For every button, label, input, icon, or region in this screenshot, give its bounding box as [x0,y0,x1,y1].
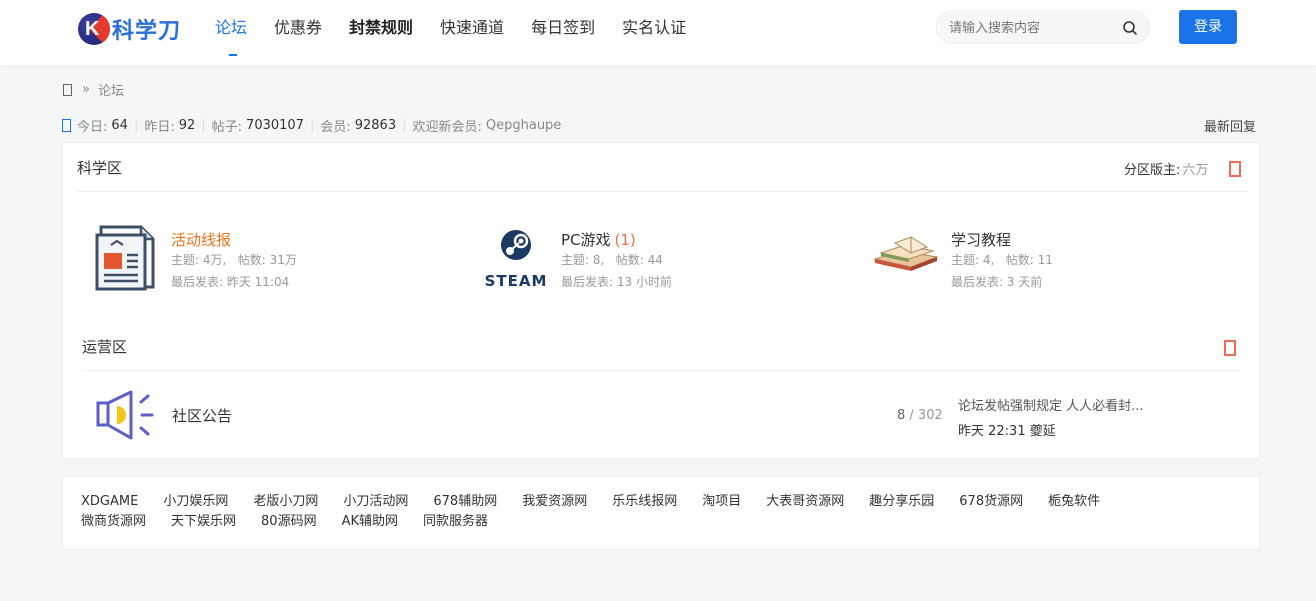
forum-last-post[interactable]: 最后发表: 13 小时前 [561,273,672,290]
last-post-time[interactable]: 昨天 22:31 夔延 [958,420,1056,439]
forum-new-count: (1) [614,231,636,249]
forum-panel: 科学区 分区版主: 六万 活动线报 主题: 4万, 帖数: 31万 最后发表: 昨… [62,142,1260,459]
top-header: K 科学刀 论坛 优惠券 封禁规则 快速通道 每日签到 实名认证 登录 [0,0,1316,65]
logo-text: 科学刀 [112,19,182,44]
logo-mark-icon: K [78,13,110,45]
friend-links: XDGAME 小刀娱乐网 老版小刀网 小刀活动网 678辅助网 我爱资源网 乐乐… [62,476,1260,550]
forum-post-count: 帖数: 11 [1005,253,1053,267]
friend-link[interactable]: 小刀娱乐网 [163,492,228,512]
nav-item-quick-access[interactable]: 快速通道 [440,0,504,65]
forum-last-post[interactable]: 最后发表: 3 天前 [951,273,1042,290]
forum-counts: 8 / 302 [897,408,943,423]
moderator-name[interactable]: 六万 [1182,163,1208,178]
friend-link[interactable]: 天下娱乐网 [171,512,236,532]
forum-post-count: / 302 [909,408,943,423]
forum-last-post[interactable]: 最后发表: 昨天 11:04 [171,273,289,290]
search-input[interactable] [949,18,1119,38]
friend-link[interactable]: 大表哥资源网 [766,492,844,512]
forum-post-count: 帖数: 31万 [237,253,297,267]
section-moderator: 分区版主: 六万 [1124,159,1208,178]
divider [82,370,1241,371]
stats-icon [62,119,71,132]
nav-item-coupons[interactable]: 优惠券 [274,0,322,65]
collapse-science-icon[interactable] [1229,161,1241,177]
nav-item-daily-checkin[interactable]: 每日签到 [531,0,595,65]
main-nav: 论坛 优惠券 封禁规则 快速通道 每日签到 实名认证 [215,0,713,65]
friend-link[interactable]: 我爱资源网 [522,492,587,512]
newest-member-link[interactable]: Qepghaupe [486,118,561,133]
forum-post-count: 帖数: 44 [615,253,663,267]
friend-link[interactable]: 小刀活动网 [343,492,408,512]
forum-counts: 主题: 4, 帖数: 11 [951,251,1053,268]
friend-link[interactable]: 678货源网 [959,492,1023,512]
section-title-science[interactable]: 科学区 [77,157,122,178]
stat-posts-value: 7030107 [246,118,304,133]
stat-posts-label: 帖子: [211,120,243,135]
forum-item-tutorials[interactable]: 学习教程 主题: 4, 帖数: 11 最后发表: 3 天前 [871,223,1211,303]
friend-link[interactable]: 老版小刀网 [253,492,318,512]
nav-item-verification[interactable]: 实名认证 [622,0,686,65]
friend-link[interactable]: 80源码网 [261,512,317,532]
stat-welcome-label: 欢迎新会员: [412,120,482,135]
forum-counts: 主题: 8, 帖数: 44 [561,251,663,268]
friend-link[interactable]: 同款服务器 [423,512,488,532]
breadcrumb: » 论坛 [63,80,124,99]
megaphone-icon [96,390,154,440]
friend-link[interactable]: 678辅助网 [433,492,497,512]
friend-link[interactable]: 乐乐线报网 [612,492,677,512]
stat-yesterday-label: 昨日: [144,120,175,135]
login-button[interactable]: 登录 [1179,10,1237,44]
last-post-title-link[interactable]: 论坛发帖强制规定 人人必看封... [958,395,1144,414]
friend-link[interactable]: XDGAME [81,492,138,512]
search-icon[interactable] [1122,20,1138,36]
forum-stats: 今日: 64 | 昨日: 92 | 帖子: 7030107 | 会员: 92863 | … [62,116,561,135]
newspaper-icon [95,225,155,291]
friend-link[interactable]: 微商货源网 [81,512,146,532]
stat-yesterday-value: 92 [178,118,196,133]
stat-today-value: 64 [111,118,128,133]
stat-members-label: 会员: [320,120,351,135]
books-icon [873,236,939,271]
forum-thread-count: 8 [897,408,906,423]
search-box [936,10,1150,44]
forum-thread-count: 主题: 4, [951,253,995,267]
divider [77,191,1247,192]
forum-name-announcements[interactable]: 社区公告 [172,405,232,426]
forum-item-deals[interactable]: 活动线报 主题: 4万, 帖数: 31万 最后发表: 昨天 11:04 [91,223,431,303]
latest-reply-link[interactable]: 最新回复 [1204,116,1256,135]
links-row: 微商货源网 天下娱乐网 80源码网 AK辅助网 同款服务器 [81,512,1259,532]
stat-today-label: 今日: [77,120,108,135]
forum-thread-count: 主题: 8, [561,253,605,267]
friend-link[interactable]: AK辅助网 [342,512,398,532]
nav-item-ban-rules[interactable]: 封禁规则 [349,0,413,65]
site-logo[interactable]: K 科学刀 [78,12,181,46]
forum-name[interactable]: PC游戏 (1) [561,229,636,250]
moderator-label: 分区版主: [1124,163,1181,178]
links-row: XDGAME 小刀娱乐网 老版小刀网 小刀活动网 678辅助网 我爱资源网 乐乐… [81,492,1259,512]
forum-name[interactable]: 活动线报 [171,229,231,250]
breadcrumb-separator: » [82,82,90,97]
forum-name-text[interactable]: PC游戏 [561,231,611,249]
friend-link[interactable]: 栀兔软件 [1048,492,1100,512]
breadcrumb-current[interactable]: 论坛 [98,80,124,99]
forum-counts: 主题: 4万, 帖数: 31万 [171,251,297,268]
forum-item-pc-games[interactable]: STEAM PC游戏 (1) 主题: 8, 帖数: 44 最后发表: 13 小时前 [481,223,821,303]
stat-members-value: 92863 [354,118,397,133]
section-title-operations[interactable]: 运营区 [82,336,127,357]
steam-logo-icon: STEAM [485,230,548,290]
svg-text:STEAM: STEAM [485,272,548,290]
friend-link[interactable]: 趣分享乐园 [869,492,934,512]
forum-thread-count: 主题: 4万, [171,253,227,267]
forum-name[interactable]: 学习教程 [951,229,1011,250]
home-icon[interactable] [63,83,72,96]
nav-item-forum[interactable]: 论坛 [215,0,247,65]
collapse-operations-icon[interactable] [1224,340,1236,356]
friend-link[interactable]: 淘项目 [702,492,741,512]
